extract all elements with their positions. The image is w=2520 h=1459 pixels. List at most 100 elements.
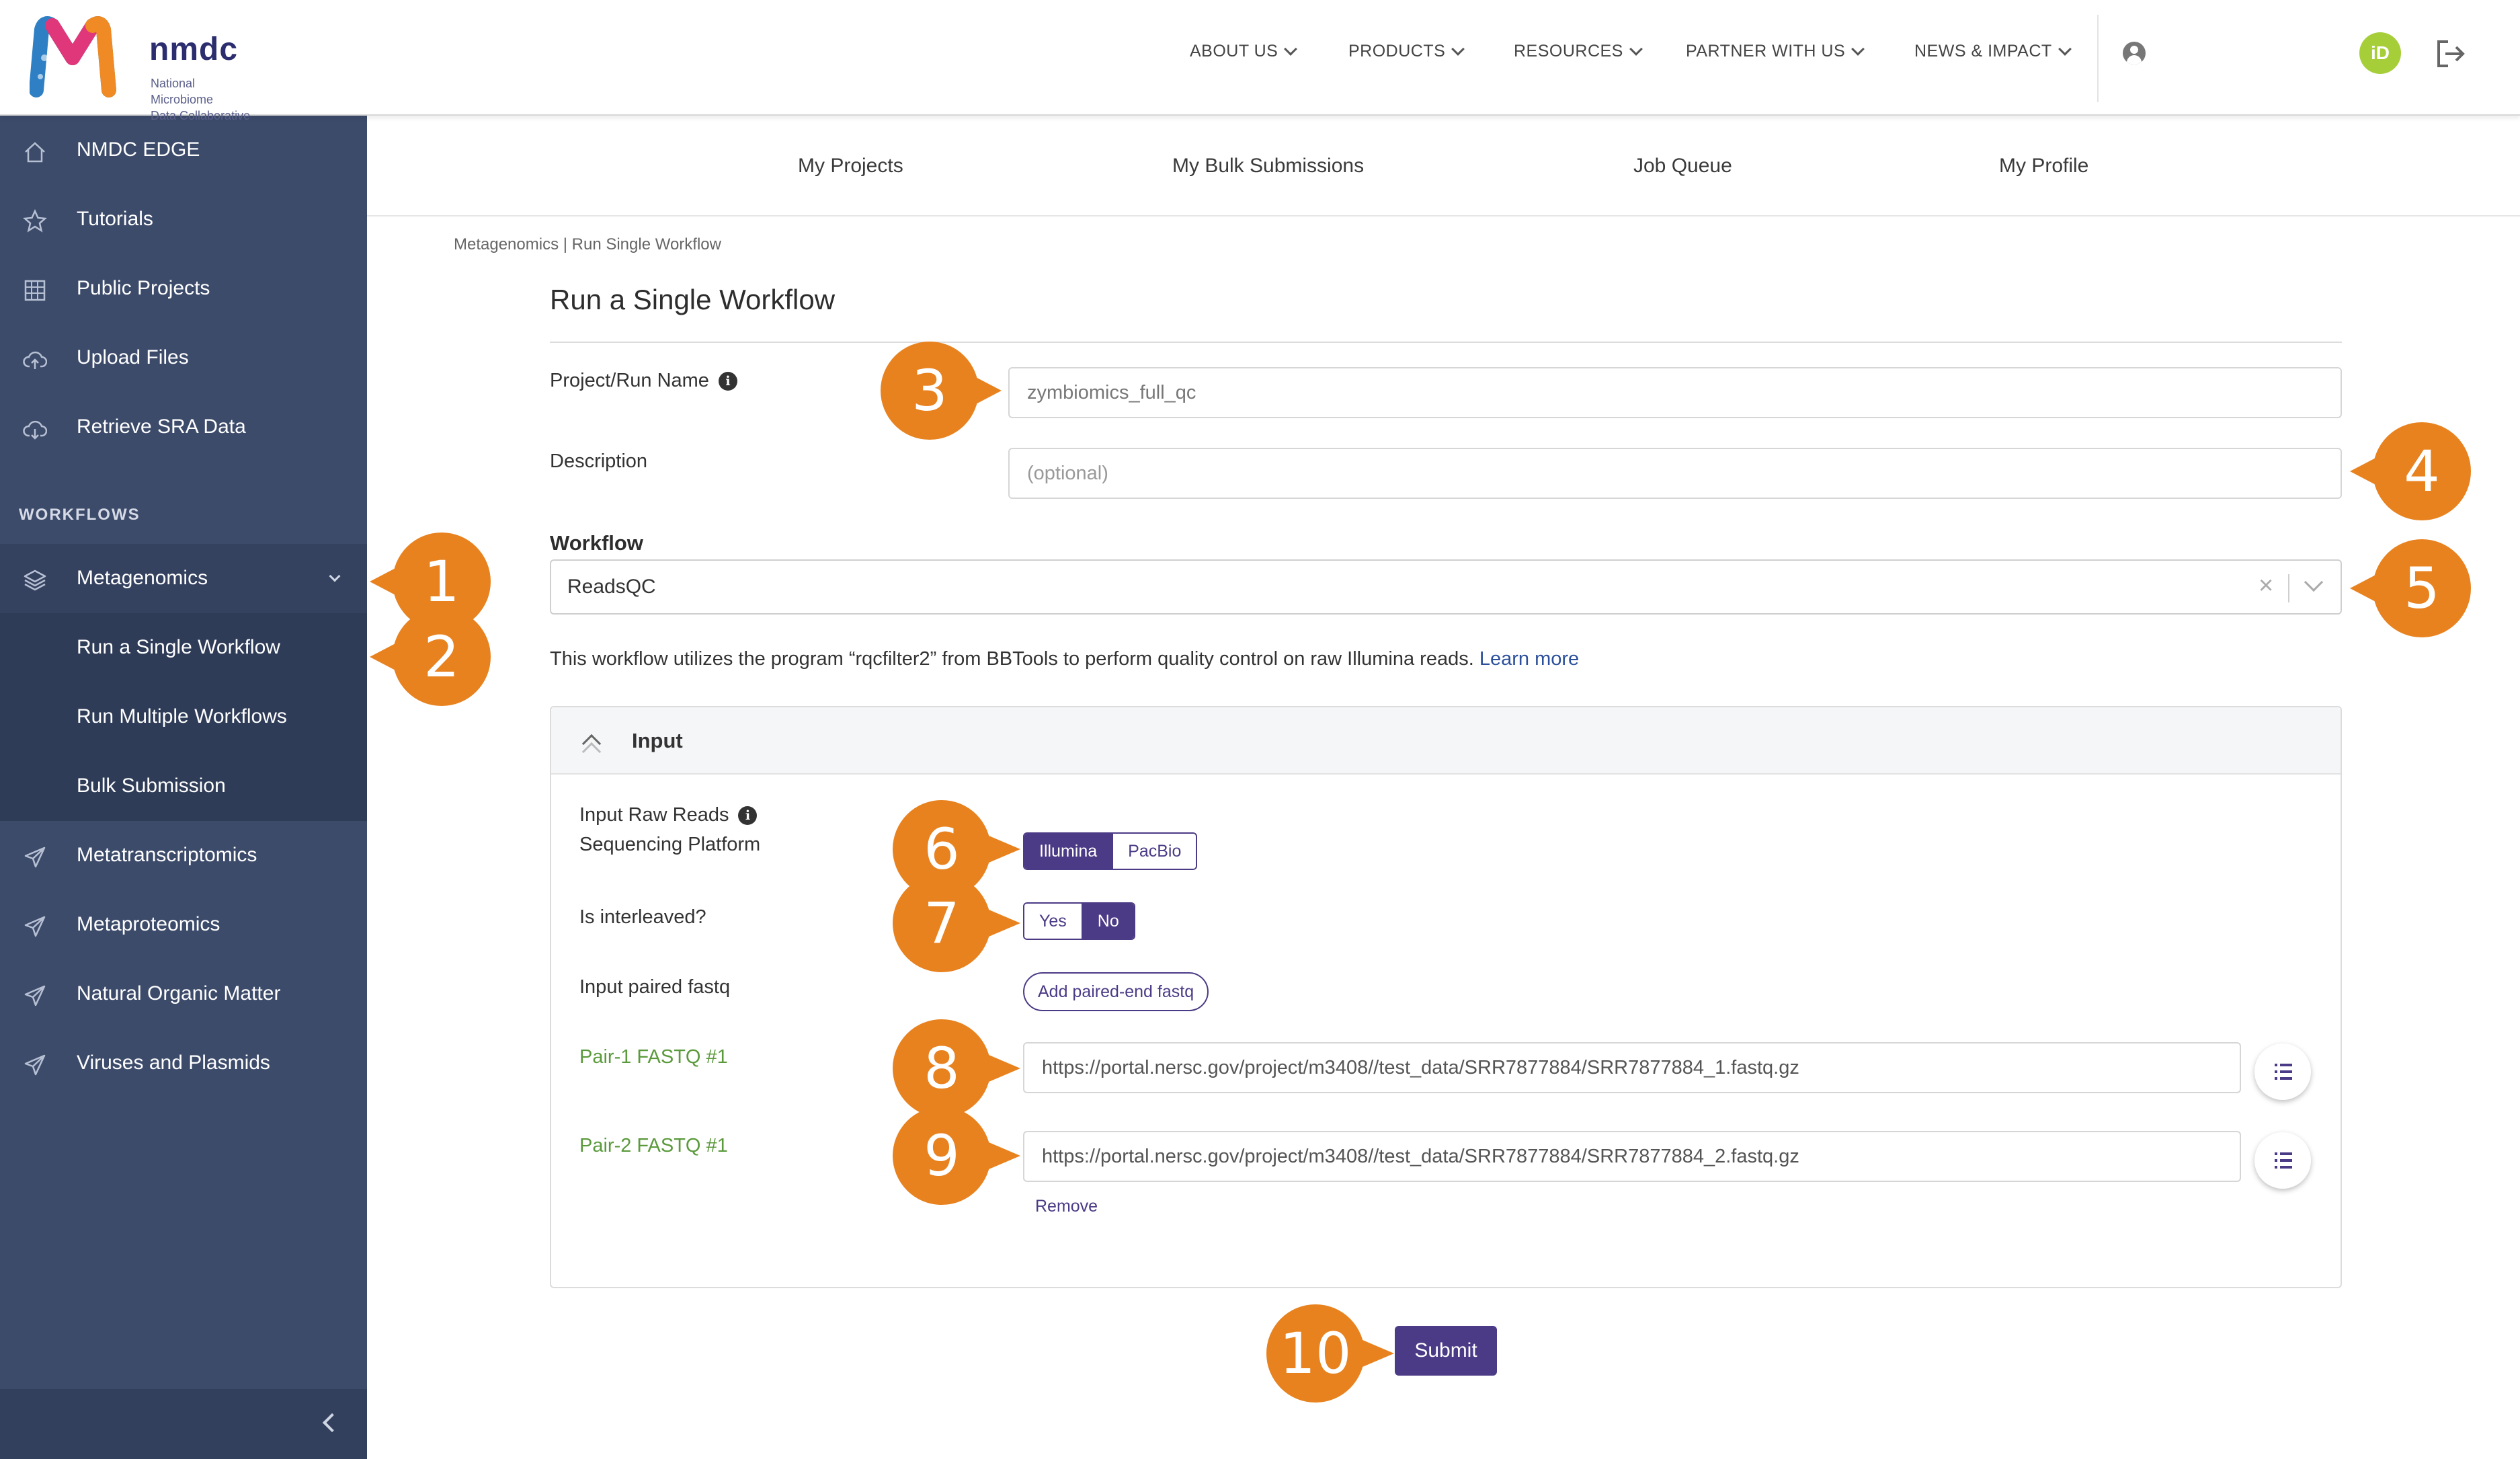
platform-label-line-2: Sequencing Platform [579, 834, 761, 855]
sidebar-item-metatranscriptomics[interactable]: Metatranscriptomics [0, 821, 367, 890]
callout-7: 7 [893, 874, 1020, 972]
callout-number: 3 [911, 358, 948, 424]
send-icon [24, 1054, 46, 1076]
interleaved-label: Is interleaved? [579, 906, 706, 928]
chevron-down-icon [2058, 42, 2072, 56]
subnav-job-queue[interactable]: Job Queue [1633, 155, 1732, 178]
header-divider [2097, 15, 2099, 102]
pair1-label: Pair-1 FASTQ #1 [579, 1046, 728, 1068]
sidebar-item-label: NMDC EDGE [77, 139, 200, 161]
sidebar-item-nmdc-edge[interactable]: NMDC EDGE [0, 116, 367, 185]
pair1-file-browser-button[interactable] [2254, 1043, 2311, 1100]
nav-label: RESOURCES [1514, 42, 1623, 61]
workflow-select[interactable]: ReadsQC × [550, 559, 2342, 615]
clear-icon[interactable]: × [2259, 571, 2273, 600]
sidebar-item-label: Run a Single Workflow [77, 636, 280, 658]
logout-icon[interactable] [2433, 36, 2468, 71]
cloud-download-icon [23, 420, 47, 440]
submit-button[interactable]: Submit [1395, 1326, 1497, 1376]
workflow-select-value: ReadsQC [567, 576, 656, 598]
platform-pacbio-button[interactable]: PacBio [1112, 834, 1196, 869]
breadcrumb: Metagenomics | Run Single Workflow [454, 235, 721, 253]
sidebar-item-upload-files[interactable]: Upload Files [0, 323, 367, 393]
platform-toggle: Illumina PacBio [1023, 832, 1198, 870]
pair2-file-browser-button[interactable] [2254, 1132, 2311, 1189]
project-name-label-text: Project/Run Name [550, 370, 709, 391]
callout-10: 10 [1266, 1304, 1394, 1403]
sub-navigation: My Projects My Bulk Submissions Job Queu… [367, 116, 2520, 216]
chevron-down-icon [1284, 42, 1298, 56]
sidebar-item-retrieve-sra[interactable]: Retrieve SRA Data [0, 393, 367, 462]
sidebar-item-metaproteomics[interactable]: Metaproteomics [0, 890, 367, 959]
callout-number: 5 [2404, 555, 2440, 621]
description-input[interactable]: (optional) [1008, 448, 2342, 499]
user-icon[interactable] [2123, 42, 2146, 65]
sidebar-item-natural-organic-matter[interactable]: Natural Organic Matter [0, 959, 367, 1029]
cloud-upload-icon [23, 351, 47, 369]
input-panel-header[interactable]: Input [551, 707, 2341, 775]
project-name-label: Project/Run Name i [550, 370, 737, 392]
top-header: nmdc National Microbiome Data Collaborat… [0, 0, 2520, 122]
remove-pair-link[interactable]: Remove [1035, 1197, 1098, 1216]
nav-about-us[interactable]: ABOUT US [1190, 42, 1298, 61]
pair2-label: Pair-2 FASTQ #1 [579, 1135, 728, 1156]
pair1-fastq-input[interactable]: https://portal.nersc.gov/project/m3408//… [1023, 1042, 2241, 1093]
interleaved-no-button[interactable]: No [1081, 904, 1134, 939]
chevron-down-icon[interactable] [2304, 572, 2324, 592]
platform-illumina-button[interactable]: Illumina [1024, 834, 1112, 869]
sidebar-section-workflows: WORKFLOWS [19, 506, 140, 524]
nmdc-logo-icon [29, 16, 116, 97]
sidebar-subitem-bulk-submission[interactable]: Bulk Submission [0, 752, 367, 821]
nav-label: NEWS & IMPACT [1914, 42, 2052, 61]
sidebar-item-label: Natural Organic Matter [77, 982, 281, 1004]
learn-more-link[interactable]: Learn more [1479, 648, 1579, 670]
interleaved-toggle: Yes No [1023, 902, 1135, 940]
sidebar-item-label: Bulk Submission [77, 775, 226, 797]
sidebar-item-label: Metaproteomics [77, 913, 220, 935]
nav-label: ABOUT US [1190, 42, 1278, 61]
sidebar-subitem-run-multiple-workflows[interactable]: Run Multiple Workflows [0, 682, 367, 752]
subnav-my-profile[interactable]: My Profile [1999, 155, 2088, 178]
sidebar-item-public-projects[interactable]: Public Projects [0, 254, 367, 323]
workflow-description-text: This workflow utilizes the program “rqcf… [550, 648, 1474, 670]
layers-icon [24, 569, 46, 591]
orcid-icon[interactable]: iD [2359, 32, 2401, 74]
sidebar-item-label: Run Multiple Workflows [77, 705, 287, 727]
sidebar-item-viruses-and-plasmids[interactable]: Viruses and Plasmids [0, 1029, 367, 1098]
nav-products[interactable]: PRODUCTS [1348, 42, 1465, 61]
nmdc-logo[interactable]: nmdc National Microbiome Data Collaborat… [29, 16, 258, 122]
logo-subtitle-line-1: National Microbiome [151, 77, 214, 106]
input-panel: Input [550, 706, 2342, 1288]
callout-4: 4 [2350, 422, 2471, 520]
callout-number: 8 [924, 1035, 960, 1101]
chevron-down-icon [1629, 42, 1643, 56]
workflow-description: This workflow utilizes the program “rqcf… [550, 648, 1579, 670]
callout-number: 4 [2404, 438, 2440, 504]
callout-8: 8 [893, 1019, 1020, 1117]
sidebar-item-tutorials[interactable]: Tutorials [0, 185, 367, 254]
send-icon [24, 846, 46, 868]
subnav-my-projects[interactable]: My Projects [798, 155, 903, 178]
chevron-left-icon [322, 1413, 342, 1433]
pair2-fastq-input[interactable]: https://portal.nersc.gov/project/m3408//… [1023, 1131, 2241, 1182]
send-icon [24, 985, 46, 1007]
sidebar-collapse-bar[interactable] [0, 1389, 367, 1459]
callout-number: 10 [1279, 1320, 1352, 1386]
sidebar-item-label: Metatranscriptomics [77, 844, 257, 866]
nav-partner-with-us[interactable]: PARTNER WITH US [1686, 42, 1865, 61]
project-name-input[interactable]: zymbiomics_full_qc [1008, 367, 2342, 418]
sidebar-item-label: Upload Files [77, 346, 189, 368]
platform-label: Input Raw Reads i Sequencing Platform [579, 800, 760, 859]
nav-news-impact[interactable]: NEWS & IMPACT [1914, 42, 2072, 61]
interleaved-yes-button[interactable]: Yes [1024, 904, 1082, 939]
sidebar-item-metagenomics[interactable]: Metagenomics [0, 544, 367, 613]
chevron-down-icon [329, 570, 341, 582]
nav-resources[interactable]: RESOURCES [1514, 42, 1643, 61]
subnav-my-bulk-submissions[interactable]: My Bulk Submissions [1172, 155, 1364, 178]
info-icon[interactable]: i [718, 372, 737, 391]
chevron-down-icon [1451, 42, 1465, 56]
info-icon[interactable]: i [738, 806, 758, 826]
logo-subtitle-line-2: Data Collaborative [151, 109, 251, 122]
add-paired-fastq-button[interactable]: Add paired-end fastq [1023, 972, 1209, 1011]
sidebar-subitem-run-single-workflow[interactable]: Run a Single Workflow [0, 613, 367, 682]
